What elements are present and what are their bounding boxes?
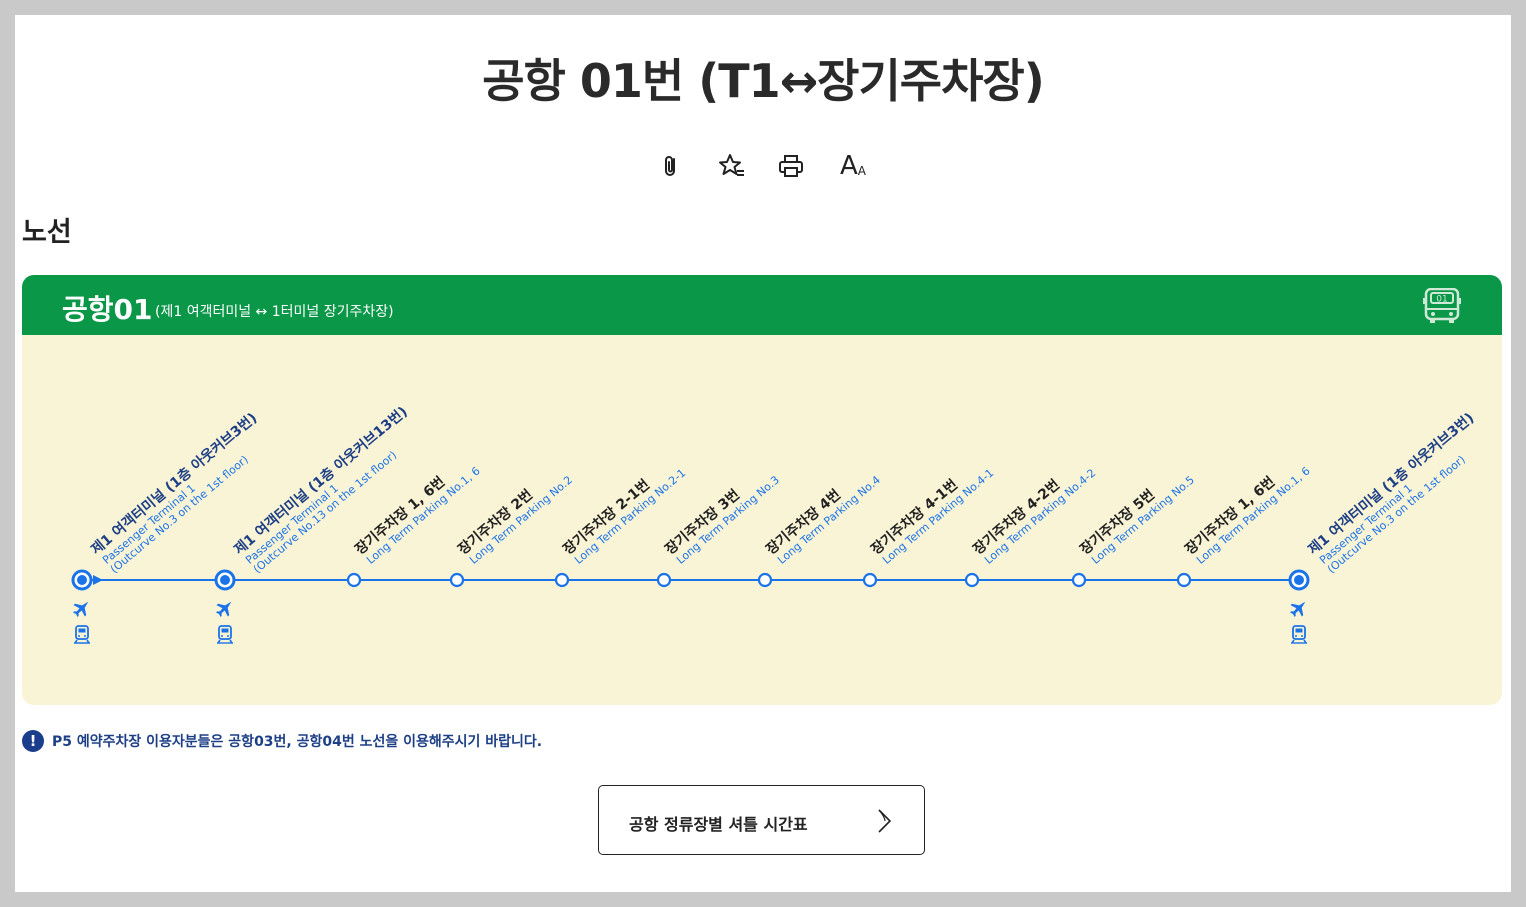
route-card: 공항01 (제1 여객터미널 ↔ 1터미널 장기주차장) 01 제1 여객터미널… [22, 275, 1502, 705]
train-icon [217, 625, 233, 644]
page: 공항 01번 (T1↔장기주차장) AA 노선 공항01 (제1 여객터미널 ↔… [15, 15, 1511, 892]
favorite-icon[interactable] [714, 148, 750, 184]
stop-marker [346, 572, 362, 588]
route-description: (제1 여객터미널 ↔ 1터미널 장기주차장) [155, 304, 394, 320]
toolbar: AA [15, 148, 1511, 184]
font-size-icon[interactable]: AA [835, 148, 871, 184]
stop-marker [862, 572, 878, 588]
stop-name-en: Long Term Parking No.4-2 [982, 466, 1098, 566]
font-size-small-label: A [857, 164, 866, 178]
stop-name-en: Long Term Parking No.3 [674, 473, 782, 566]
stop-label: 장기주차장 1, 6번Long Term Parking No.1, 6 [1182, 464, 1313, 566]
stop-name: 장기주차장 1, 6번 [1182, 473, 1279, 558]
start-arrow-icon [93, 575, 103, 585]
stop-marker-dot [220, 575, 230, 585]
airplane-icon [73, 601, 89, 617]
train-icon [74, 625, 90, 644]
bus-badge: 01 [1436, 295, 1447, 305]
stop-name-en: Long Term Parking No.5 [1089, 473, 1197, 566]
stop-label: 제1 여객터미널 (1층 아웃커브3번)Passenger Terminal 1… [1305, 409, 1478, 576]
stop-marker [757, 572, 773, 588]
stop-marker [1071, 572, 1087, 588]
route-header: 공항01 (제1 여객터미널 ↔ 1터미널 장기주차장) 01 [22, 275, 1502, 335]
stop-label: 제1 여객터미널 (1층 아웃커브13번)Passenger Terminal … [231, 403, 411, 576]
route-name: 공항01 [62, 293, 153, 326]
stop-marker-dot [77, 575, 87, 585]
stop-marker [656, 572, 672, 588]
attach-icon[interactable] [653, 148, 689, 184]
train-icon [1291, 625, 1307, 644]
alert-icon: ! [22, 730, 44, 752]
section-title: 노선 [22, 217, 72, 248]
route-map: 제1 여객터미널 (1층 아웃커브3번)Passenger Terminal 1… [71, 403, 1478, 644]
page-title: 공항 01번 (T1↔장기주차장) [482, 54, 1045, 108]
print-icon[interactable] [773, 148, 809, 184]
airplane-icon [216, 601, 232, 617]
notice-text: P5 예약주차장 이용자분들은 공항03번, 공항04번 노선을 이용해주시기 … [52, 734, 543, 750]
font-size-label: A [839, 151, 858, 181]
stop-name: 제1 여객터미널 (1층 아웃커브3번) [88, 409, 261, 558]
stop-marker [554, 572, 570, 588]
stop-name-en: Long Term Parking No.4 [775, 473, 883, 566]
notice: ! P5 예약주차장 이용자분들은 공항03번, 공항04번 노선을 이용해주시… [22, 730, 542, 752]
stop-name: 제1 여객터미널 (1층 아웃커브3번) [1305, 409, 1478, 558]
stop-label: 장기주차장 4번Long Term Parking No.4 [763, 473, 883, 566]
bus-icon: 01 [1423, 288, 1461, 323]
stop-marker [964, 572, 980, 588]
stop-marker-dot [1294, 575, 1304, 585]
timetable-button-label: 공항 정류장별 셔틀 시간표 [629, 815, 808, 834]
stop-name-en: Long Term Parking No.1, 6 [1194, 464, 1313, 566]
stop-name-en: Long Term Parking No.2 [467, 473, 575, 566]
stop-marker [449, 572, 465, 588]
stop-marker [1176, 572, 1192, 588]
chevron-right-icon [878, 809, 892, 833]
airplane-icon [1290, 601, 1306, 617]
timetable-button[interactable]: 공항 정류장별 셔틀 시간표 [598, 785, 925, 855]
